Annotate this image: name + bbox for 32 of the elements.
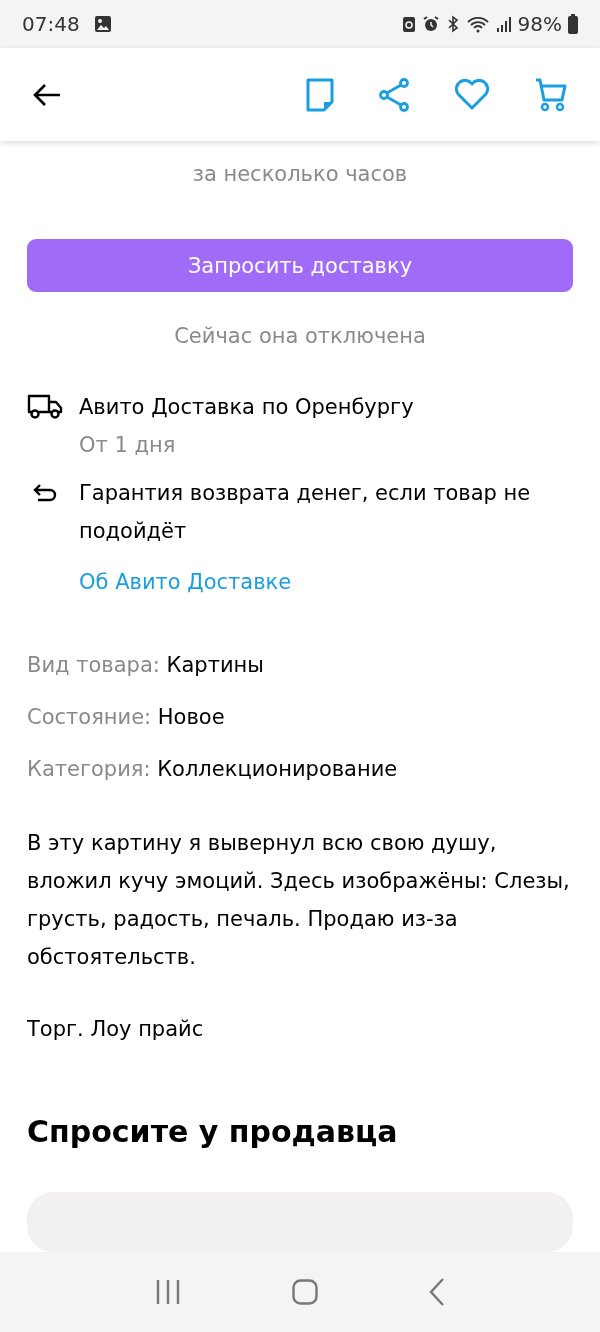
recent-apps-icon[interactable] (155, 1279, 182, 1305)
return-arrow-icon (32, 483, 58, 503)
cart-icon[interactable] (534, 77, 568, 112)
battery-saver-icon (401, 15, 416, 33)
back-arrow-icon[interactable] (32, 82, 62, 107)
about-delivery-link[interactable]: Об Авито Доставке (79, 570, 292, 594)
description-text: В эту картину я вывернул всю свою душу, вложил кучу эмоций. Здесь изображёны: Слезы, грусть, радость, печаль. Продаю из-за обстоятельств. (27, 830, 571, 971)
reply-time-text: за несколько часов (191, 161, 409, 188)
delivery-disabled-note: Сейчас она отключена (173, 324, 427, 348)
heart-icon[interactable] (454, 78, 490, 111)
parameter-row-text: Состояние: Новое (27, 704, 226, 731)
feature-subtitle: От 1 дня (79, 432, 177, 459)
request-delivery-button[interactable]: Запросить доставку (27, 239, 573, 292)
truck-icon (27, 394, 63, 420)
battery-icon (568, 14, 578, 34)
description-text: Торг. Лоу прайс (27, 1016, 205, 1043)
signal-icon (495, 15, 512, 33)
parameter-row-text: Категория: Коллекционирование (27, 756, 399, 783)
feature-title: Гарантия возврата денег, если товар не подойдёт (79, 480, 532, 545)
gallery-icon (93, 15, 112, 33)
wifi-icon (465, 15, 490, 33)
feature-title: Авито Доставка по Оренбургу (79, 394, 414, 421)
status-time: 07:48 (22, 12, 80, 36)
battery-percent: 98% (517, 12, 562, 36)
note-icon[interactable] (306, 77, 334, 112)
bluetooth-icon (445, 15, 460, 33)
section-heading: Спросите у продавца (27, 1113, 399, 1151)
home-icon[interactable] (292, 1279, 318, 1305)
alarm-icon (421, 15, 440, 33)
parameter-row-text: Вид товара: Картины (27, 652, 265, 679)
share-icon[interactable] (378, 77, 410, 112)
back-icon[interactable] (428, 1278, 445, 1306)
